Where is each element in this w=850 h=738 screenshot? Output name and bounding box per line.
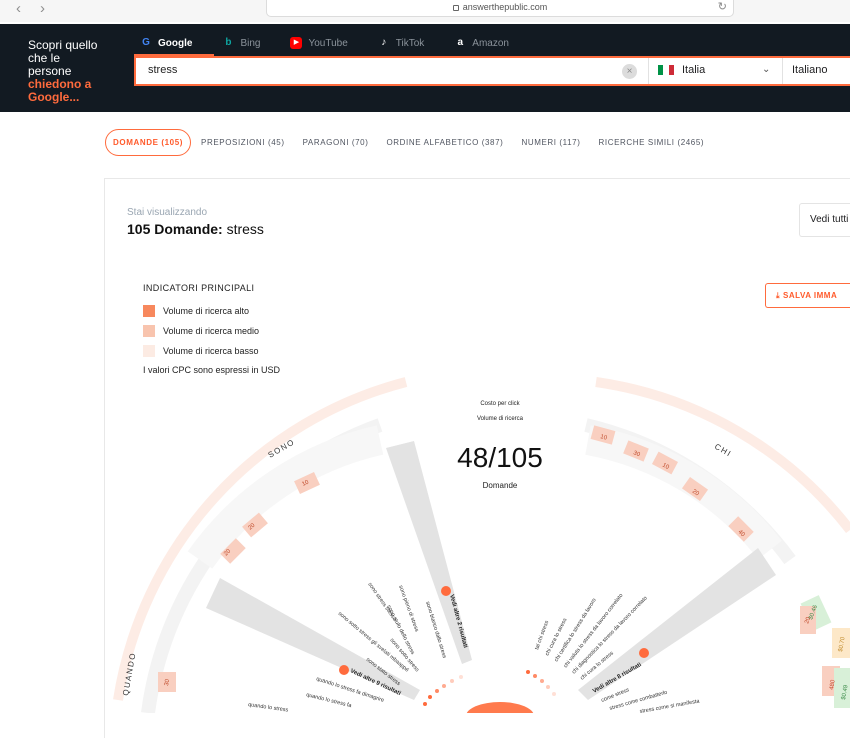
dot xyxy=(526,670,530,674)
query-text[interactable]: quando lo stress fa xyxy=(306,692,353,709)
dot xyxy=(442,684,446,688)
dot xyxy=(552,692,556,696)
dot xyxy=(546,685,550,689)
dot xyxy=(533,674,537,678)
questions-count: 48/105 xyxy=(457,442,543,473)
chi-more-wedge xyxy=(578,548,776,700)
questions-count-label: Domande xyxy=(482,481,518,490)
query-text[interactable]: sono stress stesso xyxy=(366,582,397,623)
question-wheel: 10 20 20 10 30 10 20 40 30 $0.46 20 $0.7… xyxy=(113,377,850,713)
dot xyxy=(428,695,432,699)
more-icon[interactable] xyxy=(339,665,349,675)
dot xyxy=(540,679,544,683)
dot xyxy=(423,702,427,706)
section-label-chi: CHI xyxy=(713,442,733,459)
dot xyxy=(459,675,463,679)
dot xyxy=(435,689,439,693)
center-bubble[interactable] xyxy=(466,702,534,713)
cpc-label: Costo per click xyxy=(480,401,520,407)
volume-label: Volume di ricerca xyxy=(476,416,524,422)
query-text[interactable]: quando lo stress xyxy=(248,702,289,713)
more-icon[interactable] xyxy=(639,648,649,658)
quando-more-wedge xyxy=(206,578,420,700)
dot xyxy=(450,679,454,683)
ring xyxy=(187,425,384,569)
